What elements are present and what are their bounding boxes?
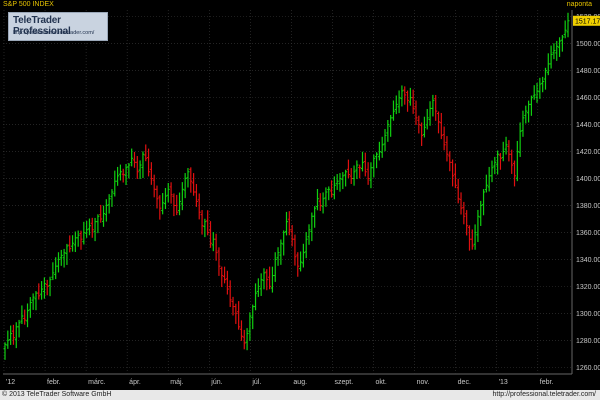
x-tick-label: nov. bbox=[417, 379, 430, 386]
x-tick-label: okt. bbox=[376, 379, 387, 386]
y-tick-label: 1340.00 bbox=[576, 257, 600, 264]
x-tick-label: szept. bbox=[334, 379, 353, 386]
stock-chart: 1260.00 1280.00 1300.00 1320.00 1340.00 1360.… bbox=[3, 10, 600, 386]
y-tick-label: 1480.00 bbox=[576, 68, 600, 75]
x-tick-label: dec. bbox=[458, 379, 471, 386]
y-tick-label: 1420.00 bbox=[576, 149, 600, 156]
y-tick-label: 1500.00 bbox=[576, 41, 600, 48]
instrument-title: S&P 500 INDEX bbox=[3, 1, 54, 8]
x-tick-label: '12 bbox=[6, 379, 15, 386]
y-tick-label: 1380.00 bbox=[576, 203, 600, 210]
x-tick-label: febr. bbox=[540, 379, 554, 386]
y-tick-label: 1460.00 bbox=[576, 95, 600, 102]
y-tick-label: 1400.00 bbox=[576, 176, 600, 183]
teletrader-logo: TeleTrader Professional http://professio… bbox=[8, 12, 108, 41]
y-tick-label: 1300.00 bbox=[576, 311, 600, 318]
logo-url: http://professional.teletrader.com/ bbox=[13, 30, 95, 36]
x-tick-label: '13 bbox=[499, 379, 508, 386]
y-tick-label: 1320.00 bbox=[576, 284, 600, 291]
y-tick-label: 1360.00 bbox=[576, 230, 600, 237]
x-tick-label: febr. bbox=[47, 379, 61, 386]
footer-bar: © 2013 TeleTrader Software GmbH http://p… bbox=[0, 390, 600, 400]
y-tick-label: 1440.00 bbox=[576, 122, 600, 129]
interval-label[interactable]: naponta bbox=[567, 1, 592, 8]
x-tick-label: márc. bbox=[88, 379, 106, 386]
x-tick-label: júl. bbox=[251, 379, 261, 386]
footer-link[interactable]: http://professional.teletrader.com/ bbox=[493, 391, 597, 398]
x-tick-label: jún. bbox=[210, 379, 222, 386]
last-price-label: 1517.17 bbox=[575, 18, 600, 25]
copyright-text: © 2013 TeleTrader Software GmbH bbox=[2, 391, 112, 398]
y-tick-label: 1280.00 bbox=[576, 338, 600, 345]
x-tick-label: máj. bbox=[170, 379, 183, 386]
x-tick-label: ápr. bbox=[129, 379, 141, 386]
y-tick-label: 1260.00 bbox=[576, 365, 600, 372]
x-tick-label: aug. bbox=[293, 379, 307, 386]
